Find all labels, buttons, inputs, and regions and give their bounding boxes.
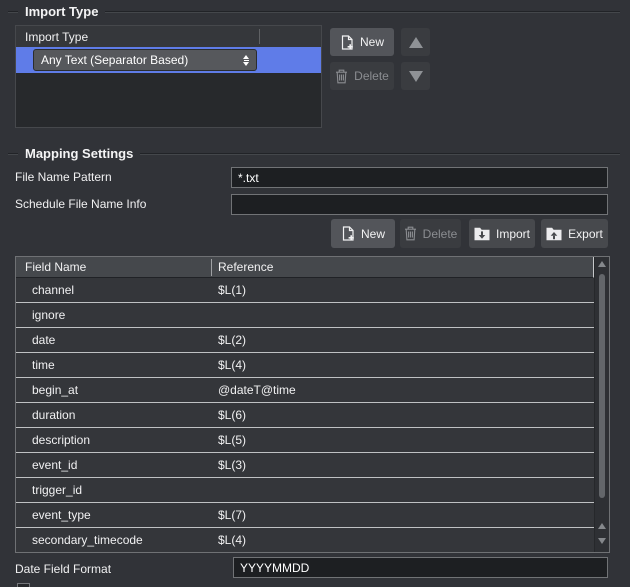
folder-export-icon: [546, 227, 562, 241]
import-type-combobox[interactable]: Any Text (Separator Based): [33, 49, 257, 71]
field-name-column-header: Field Name: [16, 260, 211, 274]
table-row[interactable]: trigger_id: [16, 478, 594, 503]
import-settings-panel: Import Type Import Type Any Text (Separa…: [0, 0, 630, 587]
reference-cell: $L(3): [211, 458, 594, 472]
scrollbar-thumb[interactable]: [599, 274, 605, 498]
reference-cell: $L(7): [211, 508, 594, 522]
table-scrollbar[interactable]: [594, 257, 609, 552]
scrollbar-up-icon[interactable]: [598, 523, 606, 529]
scrollbar-down-icon[interactable]: [598, 538, 606, 544]
date-field-format-input[interactable]: [233, 557, 608, 578]
import-type-column-header: Import Type: [25, 30, 88, 44]
import-type-delete-button[interactable]: Delete: [330, 62, 394, 90]
table-row[interactable]: channel $L(1): [16, 278, 594, 303]
folder-import-icon: [474, 227, 490, 241]
mapping-settings-group-title: Mapping Settings: [18, 146, 140, 161]
field-mapping-table: Field Name Reference channel $L(1) ignor…: [15, 256, 610, 553]
table-row[interactable]: event_id $L(3): [16, 453, 594, 478]
triangle-up-icon: [409, 37, 423, 48]
field-name-cell: channel: [16, 283, 211, 297]
schedule-file-name-info-label: Schedule File Name Info: [15, 197, 146, 211]
import-type-group-title: Import Type: [18, 4, 105, 19]
file-name-pattern-label: File Name Pattern: [15, 170, 112, 184]
reference-cell: $L(2): [211, 333, 594, 347]
table-row[interactable]: secondary_timecode $L(4): [16, 528, 594, 553]
field-name-cell: trigger_id: [16, 483, 211, 497]
field-name-cell: date: [16, 333, 211, 347]
table-row[interactable]: description $L(5): [16, 428, 594, 453]
table-row[interactable]: event_type $L(7): [16, 503, 594, 528]
field-name-cell: event_type: [16, 508, 211, 522]
table-row[interactable]: begin_at @dateT@time: [16, 378, 594, 403]
table-row[interactable]: time $L(4): [16, 353, 594, 378]
reference-cell: $L(1): [211, 283, 594, 297]
date-field-format-label: Date Field Format: [15, 562, 111, 576]
reference-cell: $L(5): [211, 433, 594, 447]
column-separator: [259, 29, 260, 44]
import-type-group-header: Import Type: [8, 3, 620, 20]
groupbox-line: [8, 153, 18, 154]
column-separator: [211, 259, 212, 276]
field-table-body: channel $L(1) ignore date $L(2) time $L(…: [16, 278, 594, 553]
field-name-cell: ignore: [16, 308, 211, 322]
table-row[interactable]: ignore: [16, 303, 594, 328]
field-name-cell: description: [16, 433, 211, 447]
reference-cell: $L(4): [211, 358, 594, 372]
field-name-cell: duration: [16, 408, 211, 422]
import-type-new-button[interactable]: New: [330, 28, 394, 56]
mapping-settings-group-header: Mapping Settings: [8, 145, 620, 162]
export-button[interactable]: Export: [541, 219, 608, 248]
triangle-down-icon: [409, 71, 423, 82]
mapping-delete-button[interactable]: Delete: [400, 219, 461, 248]
up-down-spinner-icon: [243, 55, 249, 66]
field-name-cell: time: [16, 358, 211, 372]
field-table-header: Field Name Reference: [16, 257, 594, 278]
move-down-button[interactable]: [401, 62, 430, 90]
import-button[interactable]: Import: [469, 219, 535, 248]
table-row[interactable]: date $L(2): [16, 328, 594, 353]
import-type-selected-row[interactable]: Any Text (Separator Based): [16, 47, 321, 73]
field-name-cell: begin_at: [16, 383, 211, 397]
schedule-file-name-info-input[interactable]: [231, 194, 608, 215]
mapping-new-button[interactable]: New: [331, 219, 395, 248]
combobox-value: Any Text (Separator Based): [41, 53, 243, 67]
reference-column-header: Reference: [211, 260, 593, 274]
file-plus-icon: [341, 226, 355, 241]
trash-icon: [404, 226, 417, 241]
reference-cell: $L(6): [211, 408, 594, 422]
checkbox[interactable]: [17, 583, 30, 587]
scrollbar-up-icon[interactable]: [598, 261, 606, 267]
file-name-pattern-input[interactable]: [231, 167, 608, 188]
field-name-cell: event_id: [16, 458, 211, 472]
groupbox-line: [140, 153, 620, 154]
groupbox-line: [8, 11, 18, 12]
import-type-table: Import Type Any Text (Separator Based): [15, 25, 322, 128]
reference-cell: $L(4): [211, 533, 594, 547]
table-row[interactable]: duration $L(6): [16, 403, 594, 428]
import-type-table-header: Import Type: [16, 26, 321, 47]
groupbox-line: [105, 11, 620, 12]
trash-icon: [335, 69, 348, 84]
field-name-cell: secondary_timecode: [16, 533, 211, 547]
move-up-button[interactable]: [401, 28, 430, 56]
reference-cell: @dateT@time: [211, 383, 594, 397]
file-plus-icon: [340, 35, 354, 50]
